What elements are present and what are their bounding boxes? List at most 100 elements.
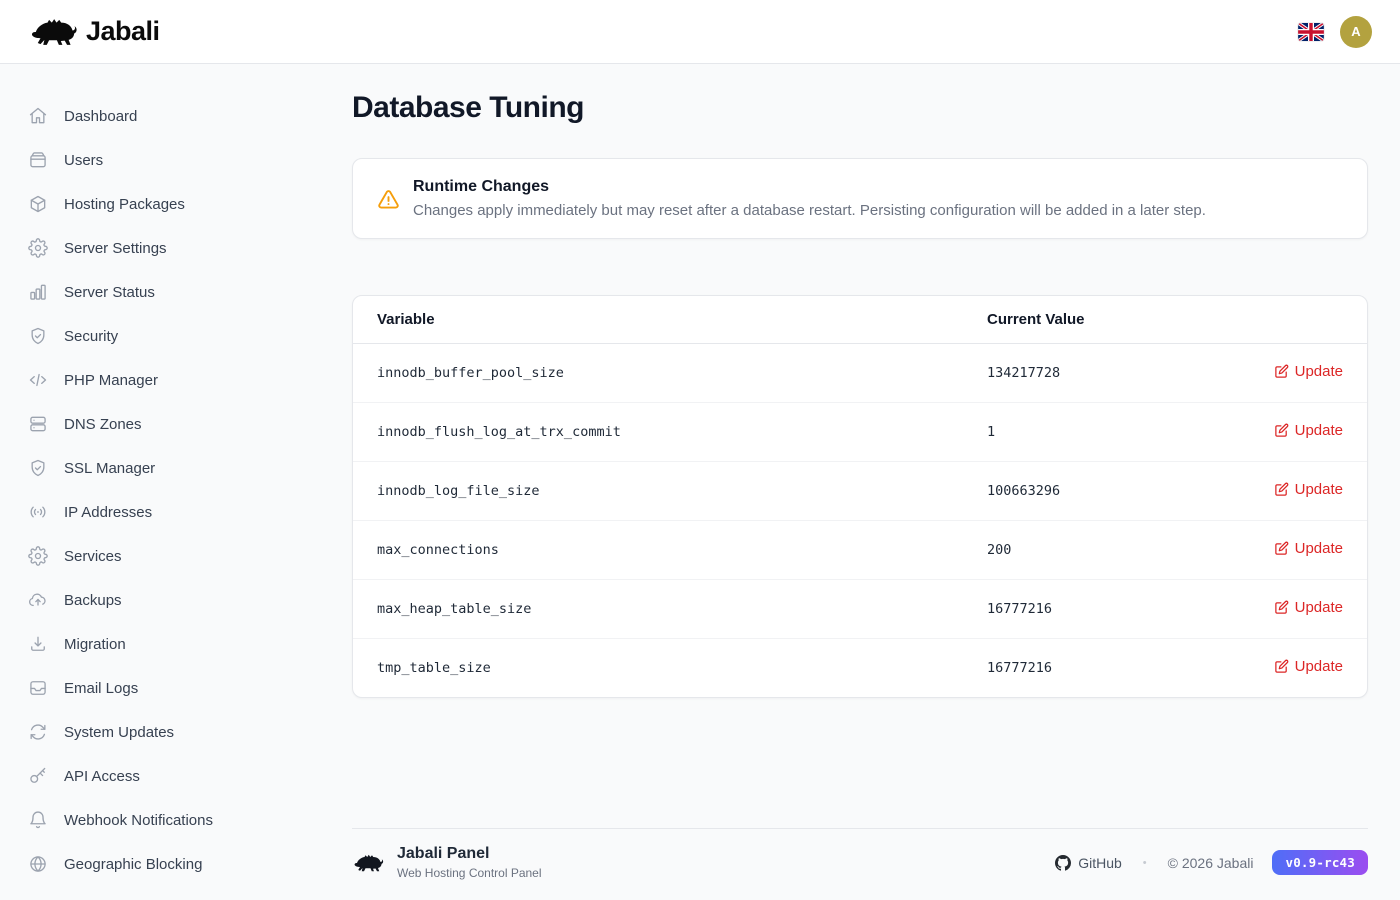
page-title: Database Tuning bbox=[352, 91, 1368, 125]
language-flag-icon[interactable] bbox=[1298, 23, 1324, 41]
top-bar: Jabali A bbox=[0, 0, 1400, 64]
shield-check-icon bbox=[28, 326, 48, 346]
dot-separator: • bbox=[1143, 857, 1147, 869]
sidebar-item-label: SSL Manager bbox=[64, 460, 155, 477]
update-link[interactable]: Update bbox=[1274, 363, 1343, 380]
update-link[interactable]: Update bbox=[1274, 422, 1343, 439]
gear-icon bbox=[28, 546, 48, 566]
sidebar-item-users[interactable]: Users bbox=[0, 138, 320, 182]
action-cell: Update bbox=[1203, 403, 1367, 462]
footer-links: GitHub • © 2026 Jabali v0.9-rc43 bbox=[1055, 850, 1368, 875]
sidebar-item-label: Server Status bbox=[64, 284, 155, 301]
sidebar-item-server-status[interactable]: Server Status bbox=[0, 270, 320, 314]
update-label: Update bbox=[1295, 422, 1343, 439]
avatar[interactable]: A bbox=[1340, 16, 1372, 48]
footer: Jabali Panel Web Hosting Control Panel G… bbox=[352, 828, 1368, 900]
github-link[interactable]: GitHub bbox=[1055, 855, 1122, 871]
brand-logo[interactable]: Jabali bbox=[28, 14, 160, 50]
sidebar-item-ssl-manager[interactable]: SSL Manager bbox=[0, 446, 320, 490]
edit-pencil-icon bbox=[1274, 659, 1289, 674]
edit-pencil-icon bbox=[1274, 482, 1289, 497]
action-cell: Update bbox=[1203, 580, 1367, 639]
table-row: max_connections200 Update bbox=[353, 521, 1367, 580]
table-row: innodb_log_file_size100663296Update bbox=[353, 462, 1367, 521]
edit-pencil-icon bbox=[1274, 541, 1289, 556]
table-header-row: Variable Current Value bbox=[353, 296, 1367, 344]
sidebar-item-label: Backups bbox=[64, 592, 122, 609]
sidebar-item-label: Server Settings bbox=[64, 240, 167, 257]
sidebar-item-system-updates[interactable]: System Updates bbox=[0, 710, 320, 754]
sidebar-item-hosting-packages[interactable]: Hosting Packages bbox=[0, 182, 320, 226]
value-cell: 134217728 bbox=[963, 344, 1203, 403]
sidebar-item-webhook-notifications[interactable]: Webhook Notifications bbox=[0, 798, 320, 842]
server-icon bbox=[28, 414, 48, 434]
copyright-text: © 2026 Jabali bbox=[1168, 855, 1254, 871]
sidebar-item-server-settings[interactable]: Server Settings bbox=[0, 226, 320, 270]
update-label: Update bbox=[1295, 481, 1343, 498]
footer-brand-block: Jabali Panel Web Hosting Control Panel bbox=[352, 845, 542, 880]
home-icon bbox=[28, 106, 48, 126]
sidebar-item-ip-addresses[interactable]: IP Addresses bbox=[0, 490, 320, 534]
update-link[interactable]: Update bbox=[1274, 599, 1343, 616]
gear-icon bbox=[28, 238, 48, 258]
sidebar-item-label: Webhook Notifications bbox=[64, 812, 213, 829]
table-row: tmp_table_size16777216Update bbox=[353, 639, 1367, 698]
update-link[interactable]: Update bbox=[1274, 481, 1343, 498]
sidebar-item-label: Users bbox=[64, 152, 103, 169]
variable-cell: max_connections bbox=[353, 521, 963, 580]
action-cell: Update bbox=[1203, 344, 1367, 403]
runtime-changes-callout: Runtime Changes Changes apply immediatel… bbox=[352, 158, 1368, 239]
sidebar-item-dns-zones[interactable]: DNS Zones bbox=[0, 402, 320, 446]
sidebar-item-api-access[interactable]: API Access bbox=[0, 754, 320, 798]
update-link[interactable]: Update bbox=[1274, 540, 1343, 557]
sidebar-item-label: PHP Manager bbox=[64, 372, 158, 389]
action-cell: Update bbox=[1203, 521, 1367, 580]
cloud-upload-icon bbox=[28, 590, 48, 610]
update-label: Update bbox=[1295, 363, 1343, 380]
variable-cell: tmp_table_size bbox=[353, 639, 963, 698]
variable-cell: innodb_flush_log_at_trx_commit bbox=[353, 403, 963, 462]
sidebar-item-label: System Updates bbox=[64, 724, 174, 741]
sidebar-item-label: Geographic Blocking bbox=[64, 856, 202, 873]
broadcast-icon bbox=[28, 502, 48, 522]
sidebar-item-services[interactable]: Services bbox=[0, 534, 320, 578]
main-content: Database Tuning Runtime Changes Changes … bbox=[320, 64, 1400, 900]
value-cell: 200 bbox=[963, 521, 1203, 580]
sidebar-item-label: Hosting Packages bbox=[64, 196, 185, 213]
warning-text-block: Runtime Changes Changes apply immediatel… bbox=[413, 178, 1206, 219]
sidebar-item-backups[interactable]: Backups bbox=[0, 578, 320, 622]
brand-name: Jabali bbox=[86, 16, 160, 47]
edit-pencil-icon bbox=[1274, 364, 1289, 379]
table-row: innodb_buffer_pool_size134217728Update bbox=[353, 344, 1367, 403]
sidebar-item-label: API Access bbox=[64, 768, 140, 785]
package-icon bbox=[28, 194, 48, 214]
boar-icon bbox=[352, 851, 384, 875]
update-label: Update bbox=[1295, 658, 1343, 675]
sidebar-item-label: IP Addresses bbox=[64, 504, 152, 521]
bell-icon bbox=[28, 810, 48, 830]
sidebar-item-label: DNS Zones bbox=[64, 416, 142, 433]
warning-triangle-icon bbox=[377, 188, 400, 211]
archive-icon bbox=[28, 150, 48, 170]
github-icon bbox=[1055, 855, 1071, 871]
sidebar-item-security[interactable]: Security bbox=[0, 314, 320, 358]
download-icon bbox=[28, 634, 48, 654]
update-link[interactable]: Update bbox=[1274, 658, 1343, 675]
action-cell: Update bbox=[1203, 462, 1367, 521]
version-badge: v0.9-rc43 bbox=[1272, 850, 1368, 875]
sidebar-item-migration[interactable]: Migration bbox=[0, 622, 320, 666]
layout: Dashboard Users Hosting Packages Server Set… bbox=[0, 64, 1400, 900]
sidebar-item-email-logs[interactable]: Email Logs bbox=[0, 666, 320, 710]
sidebar-item-php-manager[interactable]: PHP Manager bbox=[0, 358, 320, 402]
table-row: innodb_flush_log_at_trx_commit1Update bbox=[353, 403, 1367, 462]
refresh-icon bbox=[28, 722, 48, 742]
sidebar-item-label: Security bbox=[64, 328, 118, 345]
column-header-actions bbox=[1203, 296, 1367, 344]
value-cell: 100663296 bbox=[963, 462, 1203, 521]
github-label: GitHub bbox=[1078, 855, 1122, 871]
warning-body: Changes apply immediately but may reset … bbox=[413, 202, 1206, 219]
value-cell: 16777216 bbox=[963, 580, 1203, 639]
variables-table-card: Variable Current Value innodb_buffer_poo… bbox=[352, 295, 1368, 698]
sidebar-item-dashboard[interactable]: Dashboard bbox=[0, 94, 320, 138]
sidebar-item-geographic-blocking[interactable]: Geographic Blocking bbox=[0, 842, 320, 886]
